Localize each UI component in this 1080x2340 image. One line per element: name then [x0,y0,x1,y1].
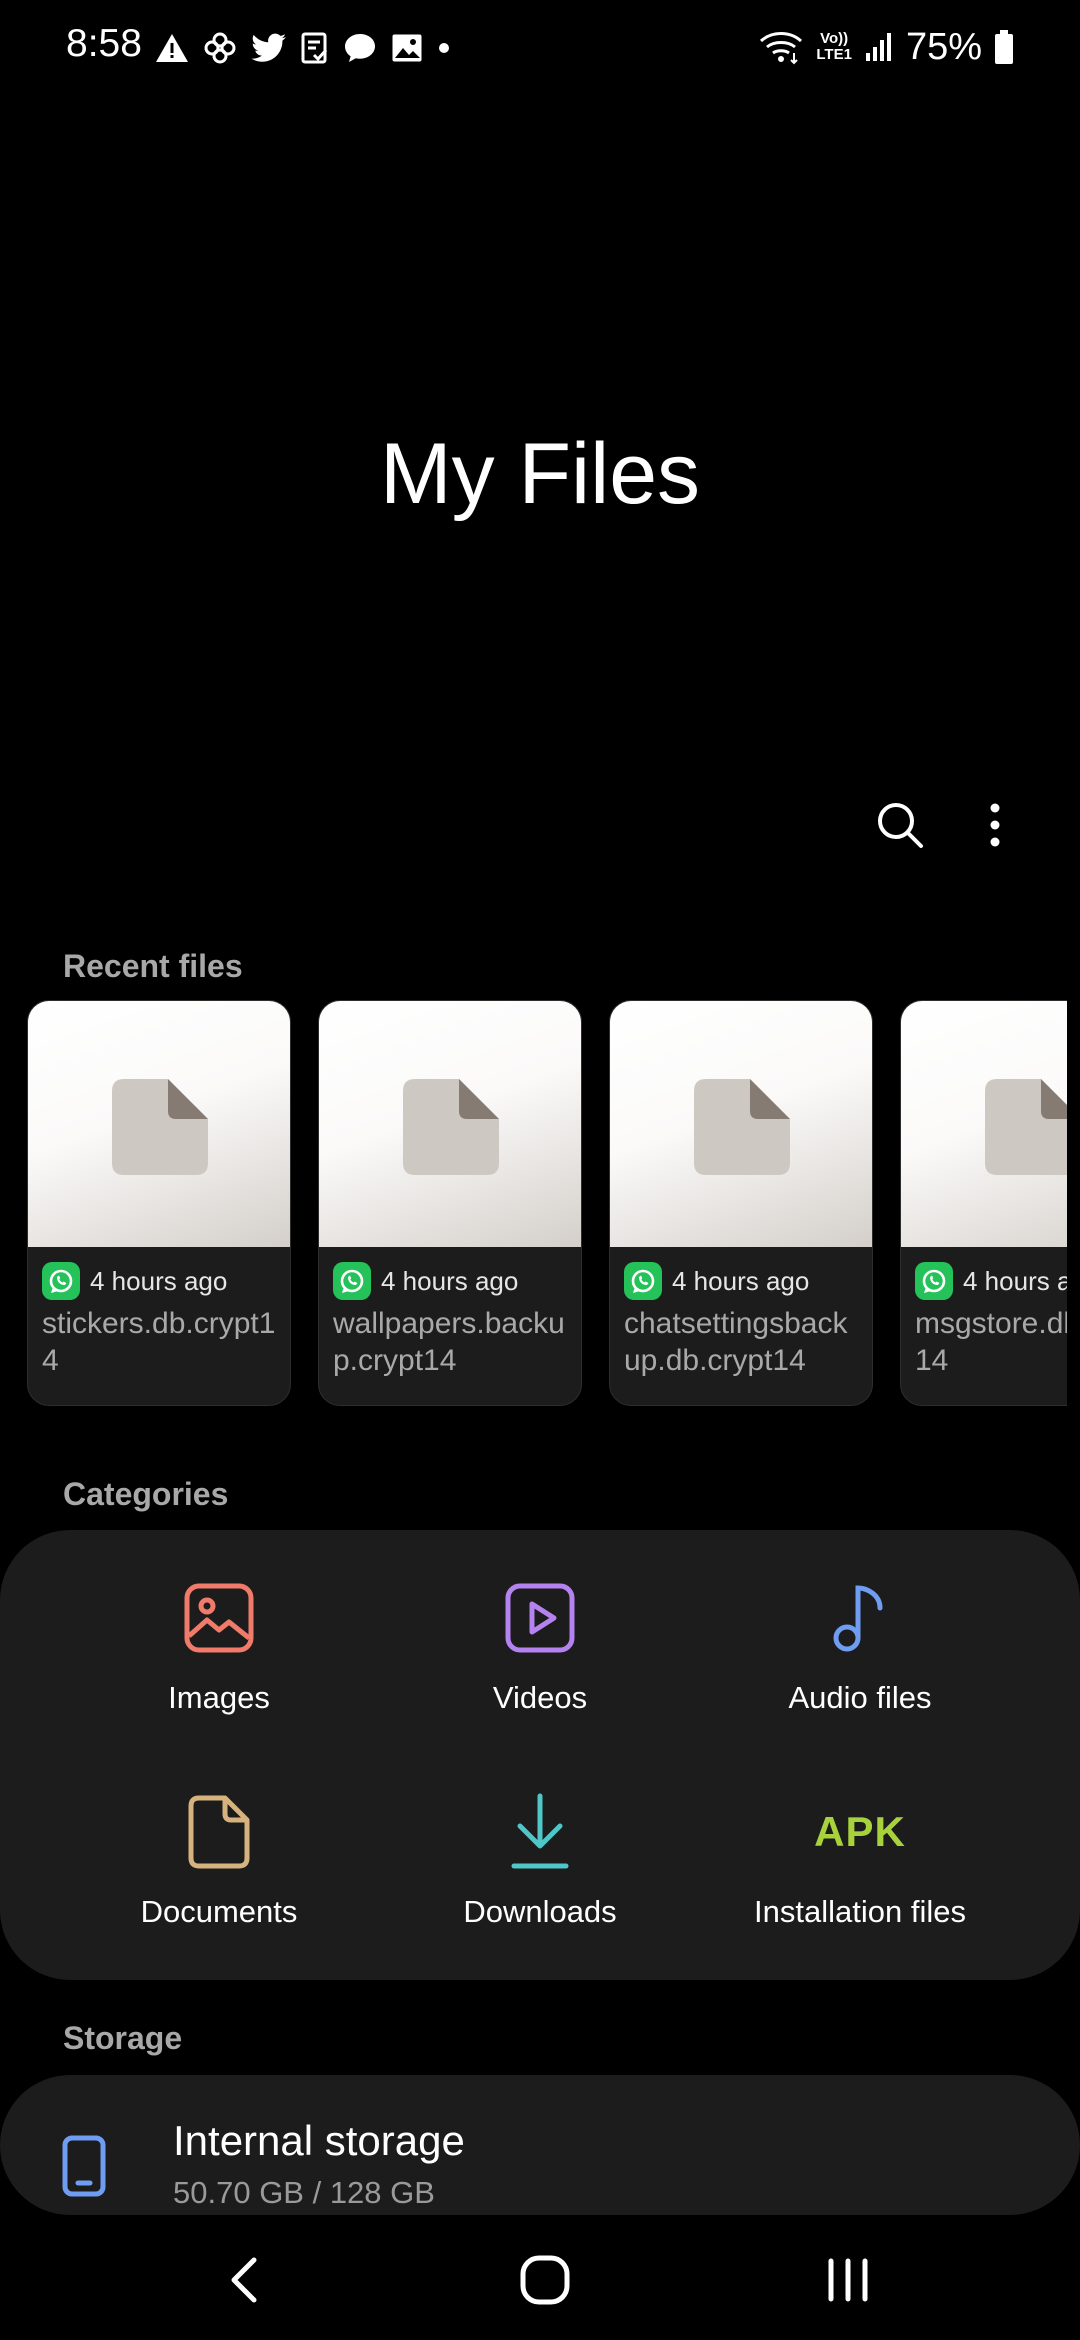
image-notification-icon [392,34,422,62]
document-placeholder-icon [403,1079,499,1175]
home-icon [520,2255,570,2305]
more-notifications-dot-icon [439,43,449,53]
file-name: chatsettingsbackup.db.crypt14 [624,1307,848,1377]
recent-file-card[interactable]: 4 hours ago chatsettingsbackup.db.crypt1… [609,1000,873,1406]
file-thumbnail [28,1001,290,1247]
page-title: My Files [379,426,701,522]
battery-percent: 75% [905,25,982,68]
recent-files-label: Recent files [63,948,243,984]
category-installation-files[interactable]: APK Installation files [700,1792,1020,1930]
internal-storage-item[interactable]: Internal storage 50.70 GB / 128 GB [0,2075,1080,2215]
status-bar: 8:58 Vo)) LTE1 75% [0,0,1080,100]
recents-icon [828,2258,868,2302]
file-time: 4 hours ago [672,1265,810,1296]
whatsapp-icon [915,1262,953,1300]
whatsapp-icon [42,1262,80,1300]
category-images[interactable]: Images [59,1578,379,1716]
status-time: 8:58 [66,22,142,65]
file-name: msgstore.db.crypt14 [915,1307,1067,1377]
videos-icon [505,1583,575,1653]
storage-title: Internal storage [173,2117,465,2164]
category-label: Audio files [788,1680,932,1715]
clipboard-check-icon [301,32,328,64]
file-thumbnail [610,1001,872,1247]
recent-file-card[interactable]: 4 hours ago wallpapers.backup.crypt14 [318,1000,582,1406]
back-button[interactable] [198,2235,288,2325]
navigation-bar [0,2215,1080,2340]
storage-label: Storage [63,2020,183,2056]
whatsapp-icon [624,1262,662,1300]
file-time: 4 hours ago [963,1265,1067,1296]
categories-panel: Images Videos Audio files Documents Down… [0,1530,1080,1980]
images-icon [184,1583,254,1653]
signal-icon [865,33,891,61]
file-thumbnail [319,1001,581,1247]
notification-icons [155,28,451,68]
document-placeholder-icon [112,1079,208,1175]
category-label: Videos [492,1680,588,1715]
battery-icon [995,30,1013,64]
back-icon [231,2257,257,2303]
home-button[interactable] [500,2235,590,2325]
pinwheel-icon [204,32,236,64]
file-time: 4 hours ago [381,1265,519,1296]
file-name: stickers.db.crypt14 [42,1307,276,1377]
recent-file-card[interactable]: 4 hours ago stickers.db.crypt14 [27,1000,291,1406]
recent-file-card[interactable]: 4 hours ago msgstore.db.crypt14 [900,1000,1067,1406]
search-button[interactable] [865,790,935,860]
file-thumbnail [901,1001,1067,1247]
category-label: Images [168,1680,270,1715]
search-icon [878,803,923,848]
category-downloads[interactable]: Downloads [380,1792,700,1930]
categories-label: Categories [63,1476,229,1512]
recents-button[interactable] [803,2235,893,2325]
category-documents[interactable]: Documents [59,1792,379,1930]
document-icon [188,1795,250,1869]
lte-label: LTE1 [816,46,852,63]
my-files-screen: 8:58 Vo)) LTE1 75% My Files Recent files… [0,0,1080,2340]
apk-icon: APK [814,1808,906,1855]
category-videos[interactable]: Videos [380,1578,700,1716]
file-time: 4 hours ago [90,1265,228,1296]
phone-icon [62,2135,106,2197]
category-label: Documents [140,1894,298,1929]
volte-label: Vo)) [820,30,849,47]
file-name: wallpapers.backup.crypt14 [333,1307,565,1377]
whatsapp-icon [333,1262,371,1300]
volte-lte-indicator: Vo)) LTE1 [816,31,852,63]
system-status: Vo)) LTE1 75% [758,22,1014,72]
category-label: Downloads [463,1894,617,1929]
storage-usage: 50.70 GB / 128 GB [173,2175,435,2210]
twitter-icon [251,33,286,62]
more-vert-icon [990,803,1000,847]
music-note-icon [833,1585,883,1652]
wifi-icon [760,32,803,65]
download-icon [511,1793,569,1869]
warning-icon [156,34,188,62]
chat-bubble-icon [345,34,375,62]
recent-files-list[interactable]: 4 hours ago stickers.db.crypt14 4 hours … [0,1000,1067,1410]
category-label: Installation files [754,1894,966,1929]
more-options-button[interactable] [960,790,1030,860]
document-placeholder-icon [694,1079,790,1175]
category-audio-files[interactable]: Audio files [700,1578,1020,1716]
document-placeholder-icon [985,1079,1067,1175]
